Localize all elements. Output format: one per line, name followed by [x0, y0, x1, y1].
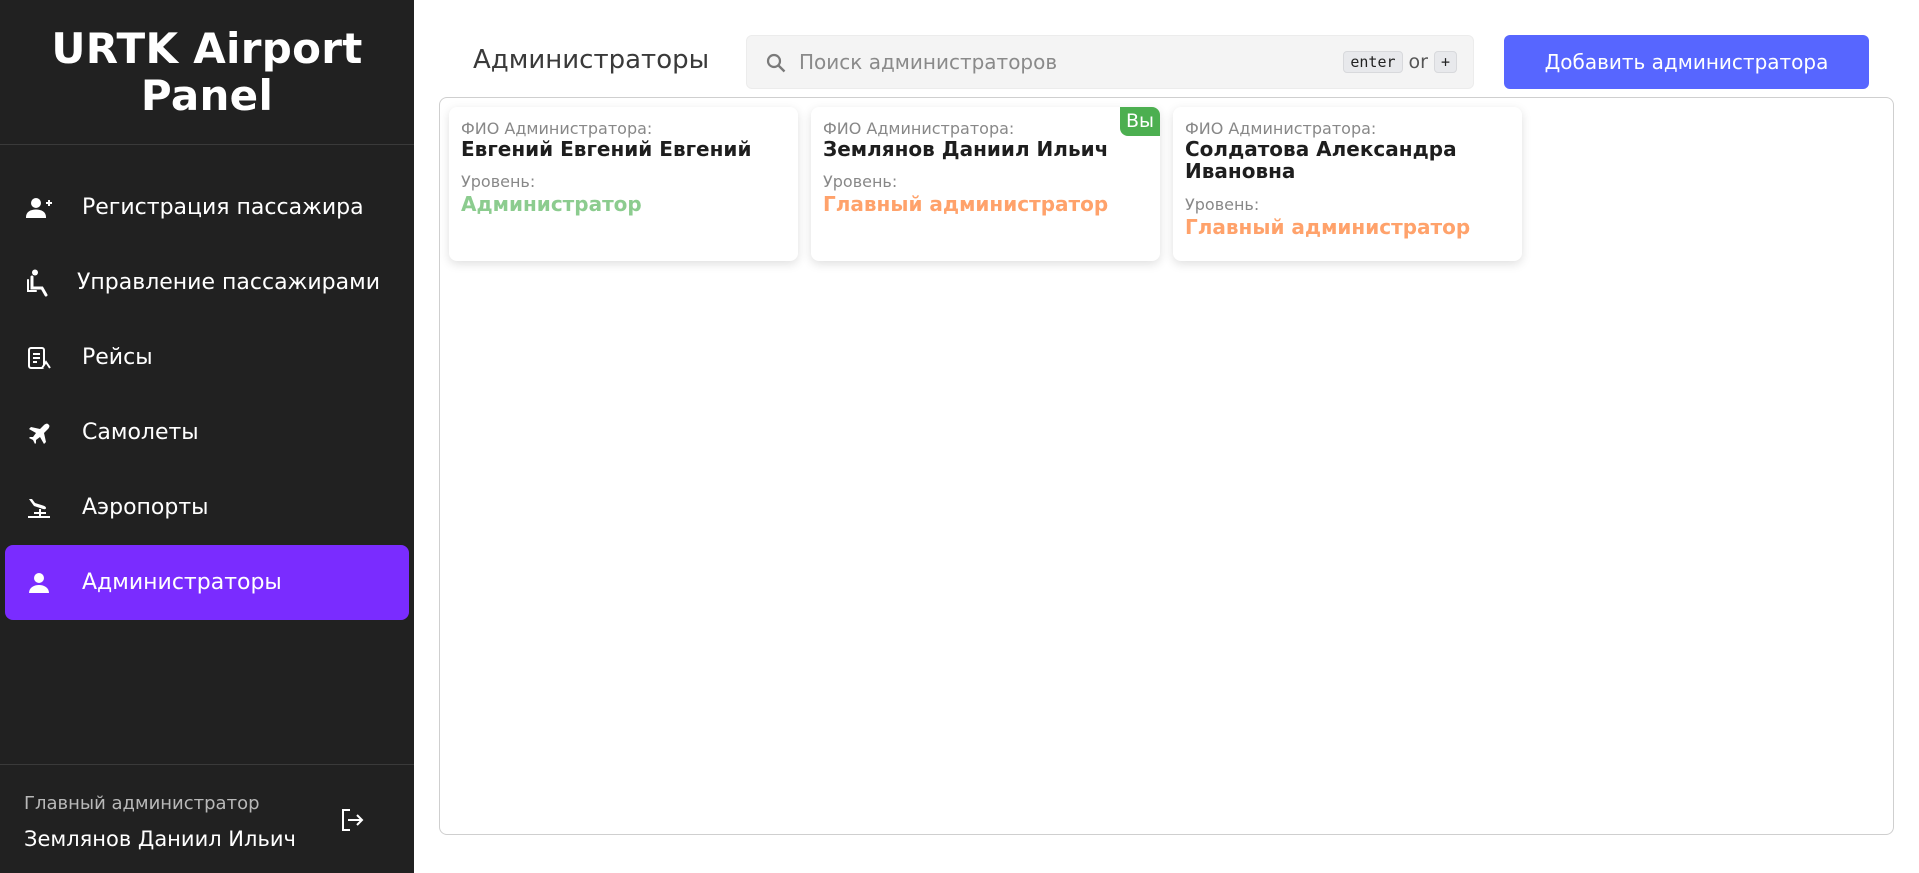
- admin-level: Главный администратор: [823, 192, 1109, 216]
- sidebar-item-label: Рейсы: [82, 345, 153, 370]
- sidebar-item-label: Самолеты: [82, 420, 199, 445]
- shortcut-key-plus: +: [1433, 51, 1457, 73]
- person-icon: [26, 571, 52, 595]
- administrators-panel: ФИО Администратора: Евгений Евгений Евге…: [439, 97, 1894, 835]
- logout-icon[interactable]: [339, 807, 365, 833]
- person-add-icon: [26, 196, 52, 220]
- fio-label: ФИО Администратора:: [461, 119, 653, 138]
- admin-card[interactable]: ФИО Администратора: Евгений Евгений Евге…: [449, 107, 798, 261]
- app-brand: URTK Airport Panel: [0, 0, 414, 145]
- sidebar-item-flights[interactable]: Рейсы: [5, 320, 409, 395]
- admin-card-current-user[interactable]: Вы ФИО Администратора: Землянов Даниил И…: [811, 107, 1160, 261]
- sidebar: URTK Airport Panel Регистрация пассажира: [0, 0, 414, 873]
- search-icon: [765, 52, 787, 74]
- page-title: Администраторы: [473, 45, 710, 75]
- add-administrator-button[interactable]: Добавить администратора: [1504, 35, 1869, 89]
- current-user-panel: Главный администратор Землянов Даниил Ил…: [0, 764, 414, 873]
- accessible-seat-icon: [26, 269, 52, 297]
- fio-label: ФИО Администратора:: [1185, 119, 1377, 138]
- admin-level: Главный администратор: [1185, 215, 1471, 239]
- airplane-icon: [26, 421, 52, 445]
- flight-list-icon: [26, 346, 52, 370]
- sidebar-item-passenger-registration[interactable]: Регистрация пассажира: [5, 170, 409, 245]
- current-user-name: Землянов Даниил Ильич: [24, 827, 296, 851]
- search-input[interactable]: [799, 44, 1299, 80]
- shortcut-key-enter: enter: [1343, 51, 1403, 73]
- airport-landing-icon: [26, 496, 52, 520]
- admin-card[interactable]: ФИО Администратора: Солдатова Александра…: [1173, 107, 1522, 261]
- level-label: Уровень:: [461, 172, 536, 191]
- sidebar-item-administrators[interactable]: Администраторы: [5, 545, 409, 620]
- sidebar-item-label: Аэропорты: [82, 495, 209, 520]
- admin-fio: Землянов Даниил Ильич: [823, 137, 1109, 161]
- sidebar-item-airplanes[interactable]: Самолеты: [5, 395, 409, 470]
- admin-fio: Солдатова Александра Ивановна: [1185, 137, 1457, 183]
- fio-label: ФИО Администратора:: [823, 119, 1015, 138]
- sidebar-item-label: Управление пассажирами: [77, 270, 381, 295]
- admin-fio: Евгений Евгений Евгений: [461, 137, 752, 161]
- sidebar-item-label: Регистрация пассажира: [82, 195, 364, 220]
- sidebar-item-passenger-management[interactable]: Управление пассажирами: [5, 245, 409, 320]
- level-label: Уровень:: [823, 172, 898, 191]
- admin-level: Администратор: [461, 192, 642, 216]
- current-user-role: Главный администратор: [24, 793, 260, 814]
- sidebar-nav: Регистрация пассажира Управление пассажи…: [0, 170, 414, 620]
- search-shortcut-hint: enter or +: [1343, 51, 1457, 73]
- sidebar-item-airports[interactable]: Аэропорты: [5, 470, 409, 545]
- shortcut-or-text: or: [1408, 51, 1428, 73]
- sidebar-item-label: Администраторы: [82, 570, 282, 595]
- you-badge: Вы: [1119, 107, 1160, 136]
- level-label: Уровень:: [1185, 195, 1260, 214]
- search-bar: enter or +: [746, 35, 1474, 89]
